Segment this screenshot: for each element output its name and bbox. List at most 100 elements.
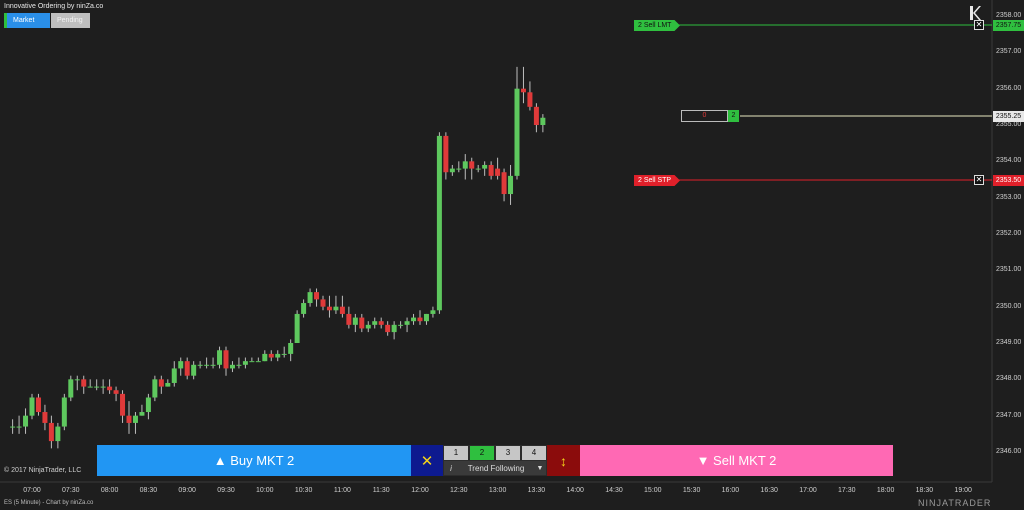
candle-body <box>16 426 22 428</box>
chart-footer: ES (5 Minute) - Chart by ninZa.co <box>4 500 94 506</box>
sell-limit-price: 2357.75 <box>993 20 1024 31</box>
candle-body <box>398 324 404 326</box>
candle-body <box>443 135 449 173</box>
candle-body <box>81 379 87 387</box>
candle-body <box>275 353 281 358</box>
time-tick-label: 14:30 <box>605 487 623 494</box>
candle-body <box>42 412 48 423</box>
sell-stop-close-icon[interactable]: ✕ <box>974 175 984 185</box>
sell-limit-tag[interactable]: 2 Sell LMT <box>634 20 680 31</box>
candle-body <box>339 306 345 314</box>
candle-body <box>191 364 197 376</box>
candle-body <box>10 426 16 428</box>
candle-body <box>333 306 339 311</box>
quantity-button-2[interactable]: 2 <box>470 446 494 460</box>
candle-body <box>249 361 255 363</box>
position-pnl[interactable]: 0 <box>681 110 728 122</box>
time-tick-label: 10:00 <box>256 487 274 494</box>
price-tick-label: 2350.00 <box>996 302 1022 310</box>
candle-body <box>501 172 507 195</box>
candle-body <box>55 426 61 442</box>
time-tick-label: 14:00 <box>566 487 584 494</box>
reverse-button[interactable]: ↕ <box>547 445 580 476</box>
time-tick-label: 15:00 <box>644 487 662 494</box>
candle-body <box>178 361 184 369</box>
candle-body <box>449 168 455 173</box>
candle-body <box>307 292 313 304</box>
candle-body <box>430 310 436 314</box>
candle-body <box>171 368 177 383</box>
sell-stop-tag[interactable]: 2 Sell STP <box>634 175 680 186</box>
candle-body <box>391 324 397 333</box>
price-tick-label: 2354.00 <box>996 157 1022 165</box>
candle-body <box>210 364 216 366</box>
time-tick-label: 13:00 <box>488 487 507 494</box>
order-toolbar: ▲ Buy MKT 2 ✕ 1 2 3 4 i Trend Following … <box>97 445 893 476</box>
candle-body <box>268 353 274 358</box>
reverse-arrows-icon: ↕ <box>560 452 567 469</box>
candle-body <box>469 161 475 169</box>
candle-body <box>288 343 294 354</box>
candle-body <box>301 303 307 314</box>
candle-body <box>417 317 423 322</box>
pending-mode-button[interactable]: Pending <box>51 13 90 28</box>
quantity-button-4[interactable]: 4 <box>522 446 546 460</box>
candle-body <box>184 361 190 376</box>
time-tick-label: 09:30 <box>217 487 235 494</box>
candle-body <box>411 317 417 322</box>
candle-body <box>527 92 533 107</box>
price-chart[interactable] <box>0 0 1024 510</box>
market-mode-button[interactable]: Market <box>7 13 50 28</box>
candle-body <box>255 361 261 363</box>
candle-body <box>204 364 210 366</box>
price-tick-label: 2351.00 <box>996 266 1022 274</box>
candle-body <box>223 350 229 369</box>
ninza-logo-icon <box>970 6 981 20</box>
candle-body <box>158 379 164 387</box>
candle-body <box>23 415 29 427</box>
candle-body <box>320 299 326 307</box>
candle-body <box>107 386 113 391</box>
candle-body <box>61 397 67 427</box>
candle-body <box>346 313 352 325</box>
candle-body <box>132 415 138 423</box>
time-tick-label: 07:00 <box>23 487 41 494</box>
candle-body <box>68 379 74 398</box>
buy-market-button[interactable]: ▲ Buy MKT 2 <box>97 445 411 476</box>
price-tick-label: 2356.00 <box>996 84 1022 92</box>
candle-body <box>94 386 100 388</box>
candle-body <box>113 390 119 394</box>
info-icon[interactable]: i <box>444 464 458 473</box>
strategy-select[interactable]: Trend Following <box>458 464 534 473</box>
strategy-dropdown[interactable]: i Trend Following ▼ <box>444 461 546 475</box>
position-quantity[interactable]: 2 <box>728 110 739 122</box>
candle-body <box>436 135 442 311</box>
sell-market-button[interactable]: ▼ Sell MKT 2 <box>580 445 893 476</box>
quantity-button-3[interactable]: 3 <box>496 446 520 460</box>
time-tick-label: 08:30 <box>139 487 158 494</box>
mode-switch[interactable]: Market Pending <box>4 13 90 28</box>
quantity-selector: 1 2 3 4 <box>443 445 547 460</box>
candle-body <box>488 164 494 176</box>
quantity-button-1[interactable]: 1 <box>444 446 468 460</box>
candle-body <box>281 353 287 355</box>
copyright-text: © 2017 NinjaTrader, LLC <box>4 467 82 474</box>
candle-body <box>217 350 223 365</box>
candle-body <box>495 168 501 176</box>
time-tick-label: 18:00 <box>876 487 895 494</box>
sell-limit-close-icon[interactable]: ✕ <box>974 20 984 30</box>
price-tick-label: 2358.00 <box>996 12 1022 19</box>
time-tick-label: 13:30 <box>527 487 546 494</box>
candle-body <box>74 379 80 381</box>
candle-body <box>229 364 235 369</box>
candle-body <box>152 379 158 398</box>
candle-body <box>365 324 371 329</box>
time-tick-label: 16:00 <box>721 487 740 494</box>
position-price: 2355.25 <box>993 111 1024 122</box>
candle-body <box>236 364 242 366</box>
candle-body <box>87 386 93 388</box>
close-all-button[interactable]: ✕ <box>411 445 443 476</box>
ninjatrader-logo: NINJATRADER <box>918 498 992 508</box>
candle-body <box>533 106 539 125</box>
candle-body <box>262 353 268 362</box>
